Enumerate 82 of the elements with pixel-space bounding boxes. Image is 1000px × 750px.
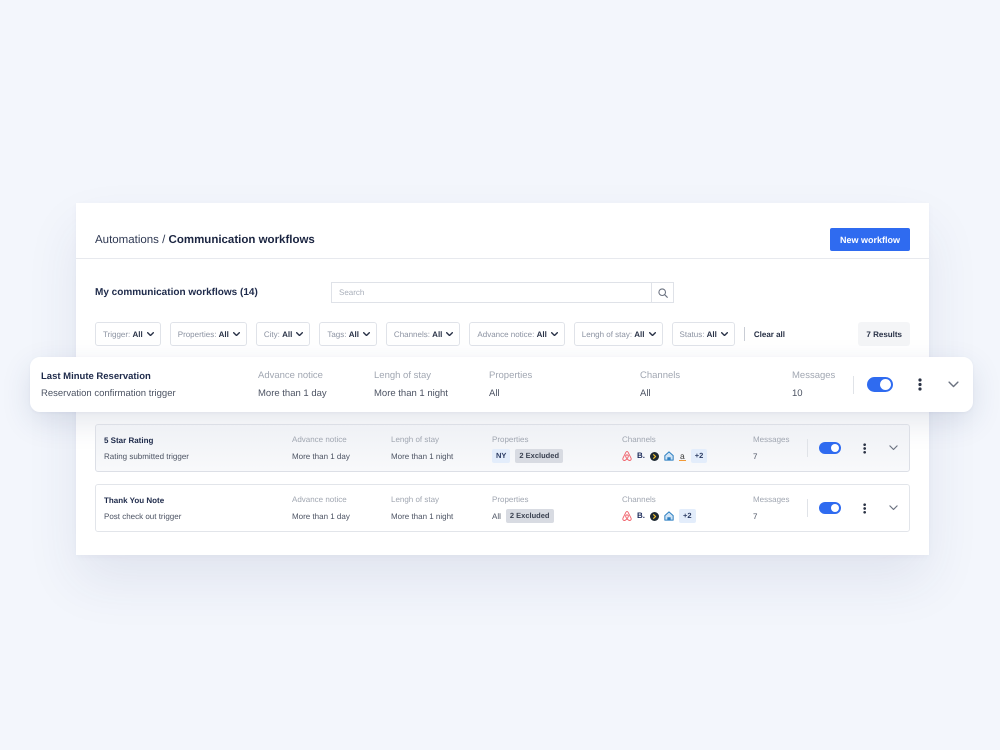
chevron-down-icon [146,332,154,336]
column-value: More than 1 day [258,386,327,400]
chevron-down-icon [296,332,304,336]
column-label: Channels [640,369,682,382]
workflow-name: Last Minute Reservation [41,370,152,382]
workflow-trigger: Rating submitted trigger [104,450,190,462]
workflow-row[interactable]: Last Minute Reservation Reservation confirmation trigger Advance notice More than 1 day Lengh of stay More than 1 night Properties All Channels All Messages 10 [30,357,973,412]
column-value: More than 1 night [391,510,454,522]
expand-button[interactable] [889,445,898,451]
column-label: Advance notice [258,369,324,382]
column-label: Advance notice [292,494,348,506]
chevron-down-icon [889,445,898,451]
new-workflow-button[interactable]: New workflow [830,228,910,251]
filter-dropdown[interactable]: Lengh of stay: All [574,322,663,346]
chevron-down-icon [889,505,898,511]
column-value: More than 1 day [292,510,350,522]
section-title: My communication workflows (14) [95,287,259,298]
kebab-icon [863,502,866,514]
page-title: Automations / Communication workflows [95,234,315,246]
column-label: Properties [492,434,530,446]
more-options-button[interactable] [863,442,866,454]
search-button[interactable] [651,282,674,303]
column-label: Messages [753,434,790,446]
more-options-button[interactable] [863,502,866,514]
search-icon [658,288,668,298]
workflow-name: Thank You Note [104,494,166,506]
filter-dropdown[interactable]: Trigger: All [95,322,161,346]
workflow-trigger: Reservation confirmation trigger [41,386,177,400]
results-count: 7 Results [858,322,910,346]
disc-logo-icon [650,512,659,520]
expand-button[interactable] [889,505,898,511]
kebab-icon [918,378,922,391]
house-logo-icon [664,451,674,461]
toggle-switch[interactable] [819,502,841,514]
more-options-button[interactable] [918,378,922,391]
chevron-down-icon [362,332,370,336]
column-value: All [640,386,651,400]
disc-logo-icon [650,452,659,460]
column-value: More than 1 night [391,450,454,462]
toggle-switch[interactable] [867,377,893,392]
loop-logo-icon [622,451,632,461]
kebab-icon [863,442,866,454]
chevron-down-icon [648,332,656,336]
toggle-switch[interactable] [819,442,841,454]
column-label: Channels [622,434,657,446]
column-value: More than 1 night [374,386,448,400]
column-label: Lengh of stay [374,369,432,382]
column-value: All [492,510,501,522]
chevron-down-icon [720,332,728,336]
column-value: 7 [753,450,758,462]
column-label: Messages [753,494,790,506]
chevron-down-icon [446,332,454,336]
filter-dropdown[interactable]: Tags: All [319,322,377,346]
filter-dropdown[interactable]: Status: All [672,322,735,346]
letter-logo: B. [637,451,645,461]
column-label: Properties [489,369,534,382]
column-value: All [489,386,500,400]
column-label: Advance notice [292,434,348,446]
house-logo-icon [664,511,674,521]
column-label: Lengh of stay [391,434,440,446]
column-label: Properties [492,494,530,506]
chevron-down-icon [948,381,959,388]
chevron-down-icon [550,332,558,336]
filter-dropdown[interactable]: Channels: All [386,322,460,346]
column-label: Channels [622,494,657,506]
clear-all-button[interactable]: Clear all [754,330,786,338]
column-label: Messages [792,369,836,382]
chevron-down-icon [232,332,240,336]
filter-dropdown[interactable]: City: All [256,322,310,346]
workflow-name: 5 Star Rating [104,434,154,446]
column-value: 7 [753,510,758,522]
search-field[interactable]: Search [331,282,651,303]
filter-dropdown[interactable]: Advance notice: All [469,322,565,346]
column-value: More than 1 day [292,450,350,462]
filter-dropdown[interactable]: Properties: All [170,322,247,346]
expand-button[interactable] [948,381,959,388]
loop-logo-icon [622,511,632,521]
letter-logo: B. [637,511,645,521]
workflow-trigger: Post check out trigger [104,510,182,522]
column-value: 10 [792,386,803,400]
column-label: Lengh of stay [391,494,440,506]
underlined-letter-logo: a [679,452,686,460]
